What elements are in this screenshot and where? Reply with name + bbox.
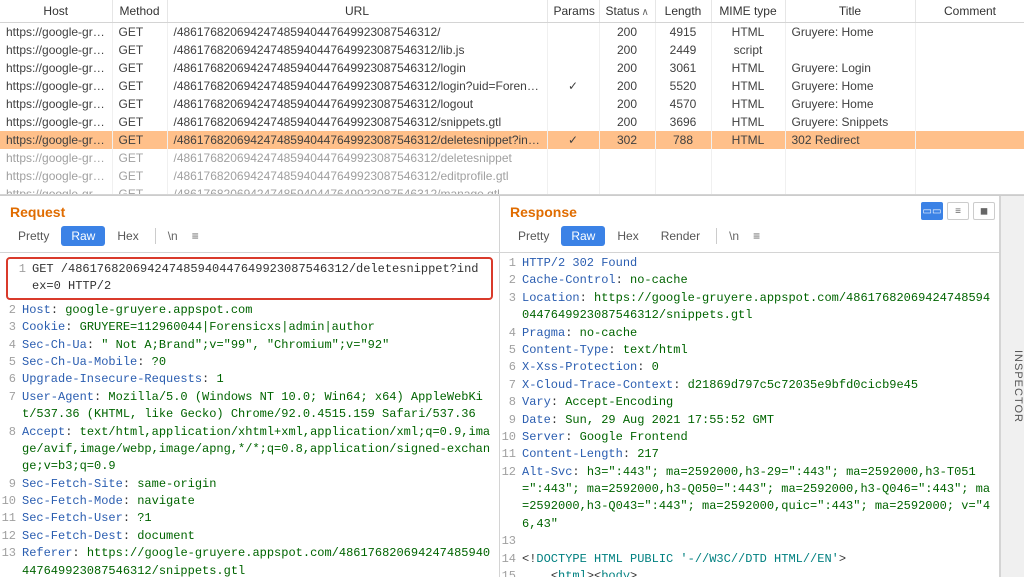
col-title[interactable]: Title — [785, 0, 915, 23]
table-row[interactable]: https://google-gruye...GET/4861768206942… — [0, 77, 1024, 95]
history-table-container: HostMethodURLParamsStatus∧LengthMIME typ… — [0, 0, 1024, 195]
table-row[interactable]: https://google-gruye...GET/4861768206942… — [0, 113, 1024, 131]
response-editor[interactable]: 1HTTP/2 302 Found2Cache-Control: no-cach… — [500, 253, 999, 577]
col-mime-type[interactable]: MIME type — [711, 0, 785, 23]
table-row[interactable]: https://google-gruye...GET/4861768206942… — [0, 95, 1024, 113]
response-newline-toggle[interactable]: \n — [723, 226, 745, 246]
request-tab-hex[interactable]: Hex — [107, 226, 148, 246]
response-tab-hex[interactable]: Hex — [607, 226, 648, 246]
table-row[interactable]: https://google-gruye...GET/4861768206942… — [0, 23, 1024, 42]
response-title: Response — [500, 196, 587, 226]
layout-combined-icon[interactable]: ◼ — [973, 202, 995, 220]
separator-icon — [716, 228, 717, 244]
response-panel: Response ▭▭ ≡ ◼ Pretty Raw Hex Render \n… — [500, 196, 1000, 577]
request-tab-raw[interactable]: Raw — [61, 226, 105, 246]
separator-icon — [155, 228, 156, 244]
col-url[interactable]: URL — [167, 0, 547, 23]
layout-toolbar: ▭▭ ≡ ◼ — [917, 199, 999, 223]
table-row[interactable]: https://google-gruye...GET/4861768206942… — [0, 59, 1024, 77]
response-lines-icon[interactable]: ≡ — [747, 226, 766, 246]
history-header-row[interactable]: HostMethodURLParamsStatus∧LengthMIME typ… — [0, 0, 1024, 23]
col-params[interactable]: Params — [547, 0, 599, 23]
history-body: https://google-gruye...GET/4861768206942… — [0, 23, 1024, 196]
history-table[interactable]: HostMethodURLParamsStatus∧LengthMIME typ… — [0, 0, 1024, 195]
response-tab-render[interactable]: Render — [651, 226, 710, 246]
request-view-toolbar: Pretty Raw Hex \n ≡ — [0, 226, 499, 253]
request-panel: Request Pretty Raw Hex \n ≡ 1GET /486176… — [0, 196, 500, 577]
request-lines-icon[interactable]: ≡ — [186, 226, 205, 246]
request-title: Request — [0, 196, 499, 226]
col-length[interactable]: Length — [655, 0, 711, 23]
layout-horizontal-icon[interactable]: ▭▭ — [921, 202, 943, 220]
col-comment[interactable]: Comment — [915, 0, 1024, 23]
col-status[interactable]: Status∧ — [599, 0, 655, 23]
request-newline-toggle[interactable]: \n — [162, 226, 184, 246]
table-row[interactable]: https://google-gruye...GET/4861768206942… — [0, 167, 1024, 185]
table-row[interactable]: https://google-gruye...GET/4861768206942… — [0, 149, 1024, 167]
table-row[interactable]: https://google-gruye...GET/4861768206942… — [0, 185, 1024, 195]
response-view-toolbar: Pretty Raw Hex Render \n ≡ — [500, 226, 999, 253]
request-editor[interactable]: 1GET /4861768206942474859404476499230875… — [0, 253, 499, 577]
col-host[interactable]: Host — [0, 0, 112, 23]
inspector-sidebar-tab[interactable]: INSPECTOR — [1000, 196, 1024, 577]
table-row[interactable]: https://google-gruye...GET/4861768206942… — [0, 41, 1024, 59]
response-tab-pretty[interactable]: Pretty — [508, 226, 559, 246]
request-tab-pretty[interactable]: Pretty — [8, 226, 59, 246]
layout-vertical-icon[interactable]: ≡ — [947, 202, 969, 220]
table-row[interactable]: https://google-gruye...GET/4861768206942… — [0, 131, 1024, 149]
response-tab-raw[interactable]: Raw — [561, 226, 605, 246]
col-method[interactable]: Method — [112, 0, 167, 23]
sort-arrow-icon: ∧ — [640, 7, 649, 18]
